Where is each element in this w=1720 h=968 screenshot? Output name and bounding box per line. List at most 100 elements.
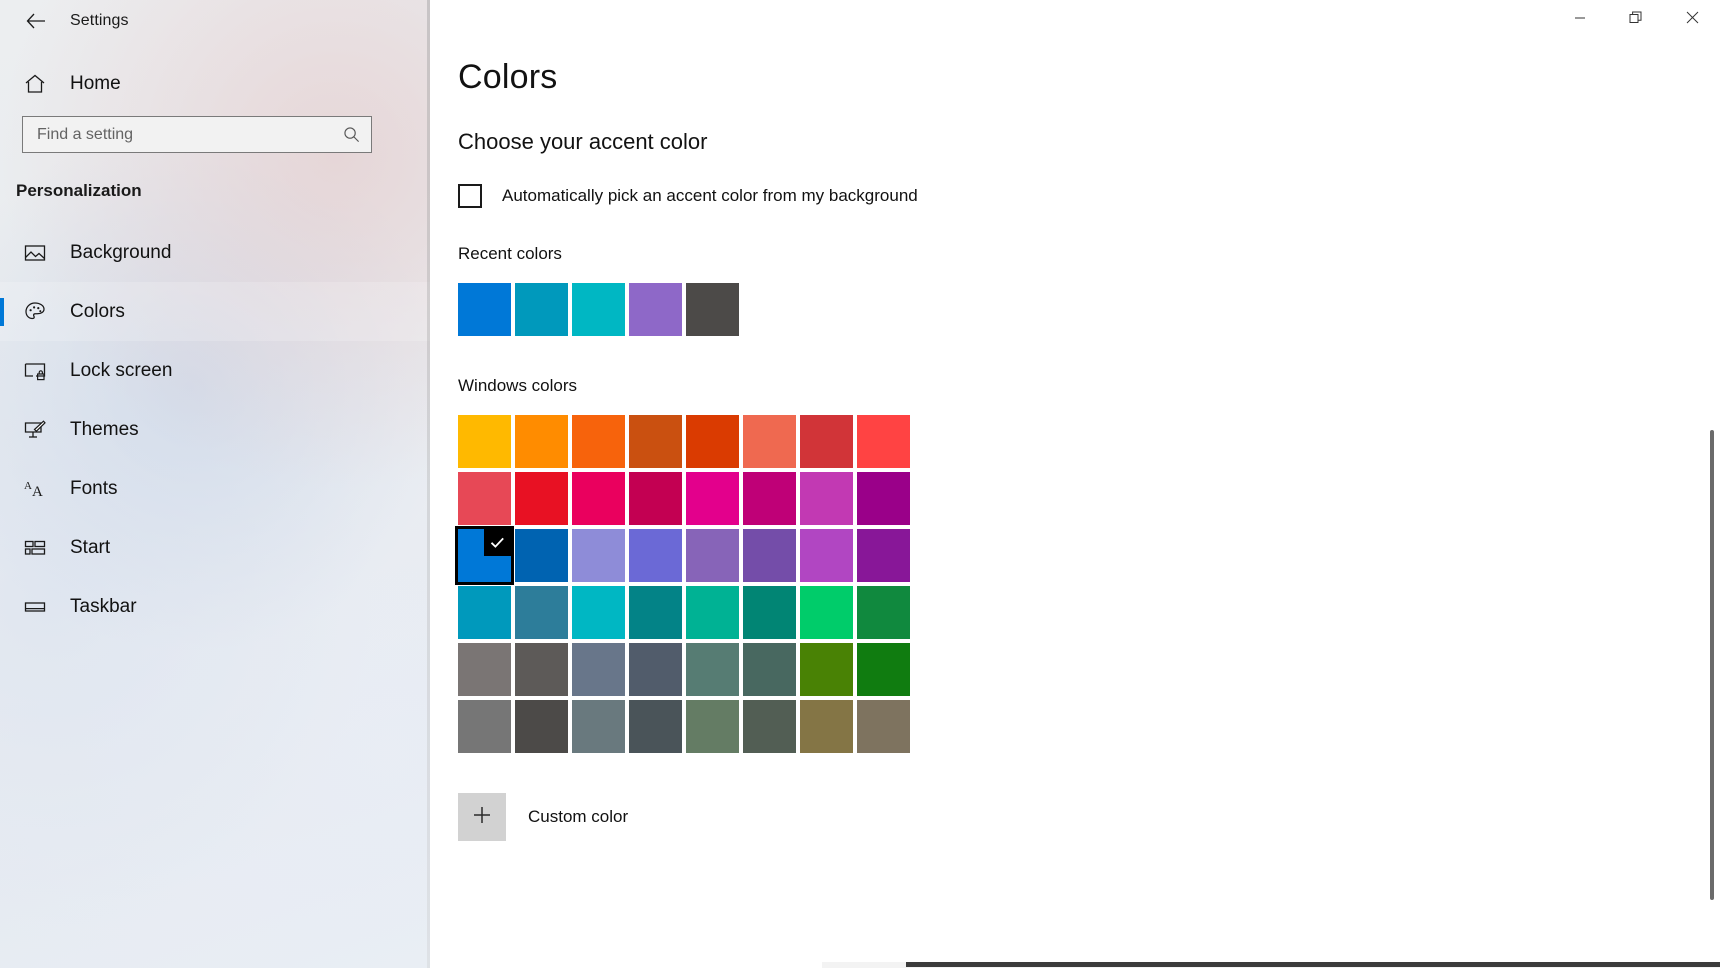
windows-color-swatch-3-6[interactable] [800, 586, 853, 639]
title-bar: Settings [0, 0, 430, 42]
windows-color-swatch-1-4[interactable] [686, 472, 739, 525]
windows-color-swatch-4-0[interactable] [458, 643, 511, 696]
windows-color-swatch-3-1[interactable] [515, 586, 568, 639]
windows-color-swatch-0-5[interactable] [743, 415, 796, 468]
windows-color-swatch-2-2[interactable] [572, 529, 625, 582]
restore-icon [1629, 11, 1643, 30]
windows-color-swatch-0-0[interactable] [458, 415, 511, 468]
windows-color-swatch-0-4[interactable] [686, 415, 739, 468]
windows-color-swatch-1-1[interactable] [515, 472, 568, 525]
recent-color-swatch-2[interactable] [572, 283, 625, 336]
sidebar-item-label: Themes [70, 419, 139, 441]
windows-color-swatch-2-6[interactable] [800, 529, 853, 582]
windows-color-swatch-5-1[interactable] [515, 700, 568, 753]
windows-color-swatch-2-0[interactable] [458, 529, 511, 582]
custom-color-row[interactable]: Custom color [458, 793, 1720, 841]
recent-color-swatch-3[interactable] [629, 283, 682, 336]
windows-color-swatch-3-0[interactable] [458, 586, 511, 639]
windows-color-swatch-1-2[interactable] [572, 472, 625, 525]
taskbar-icon [22, 595, 48, 619]
windows-color-swatch-0-1[interactable] [515, 415, 568, 468]
windows-color-swatch-4-5[interactable] [743, 643, 796, 696]
main-content: Colors Choose your accent color Automati… [430, 0, 1720, 968]
windows-color-swatch-0-7[interactable] [857, 415, 910, 468]
windows-color-swatch-2-3[interactable] [629, 529, 682, 582]
windows-color-swatch-0-6[interactable] [800, 415, 853, 468]
sidebar-item-colors[interactable]: Colors [0, 282, 430, 341]
sidebar-item-taskbar[interactable]: Taskbar [0, 577, 430, 636]
window-controls [1552, 0, 1720, 40]
search-input[interactable] [37, 126, 342, 144]
close-button[interactable] [1664, 0, 1720, 40]
windows-color-swatch-5-4[interactable] [686, 700, 739, 753]
recent-color-swatch-4[interactable] [686, 283, 739, 336]
windows-color-swatch-4-2[interactable] [572, 643, 625, 696]
windows-color-swatch-3-3[interactable] [629, 586, 682, 639]
custom-color-label: Custom color [528, 807, 628, 827]
windows-color-swatch-2-5[interactable] [743, 529, 796, 582]
windows-color-swatch-5-2[interactable] [572, 700, 625, 753]
sidebar-item-themes[interactable]: Themes [0, 400, 430, 459]
windows-color-swatch-0-2[interactable] [572, 415, 625, 468]
sidebar-item-fonts[interactable]: A A Fonts [0, 459, 430, 518]
sidebar-item-label: Taskbar [70, 596, 137, 618]
windows-color-swatch-1-3[interactable] [629, 472, 682, 525]
auto-accent-checkbox-row[interactable]: Automatically pick an accent color from … [458, 184, 918, 208]
check-icon [484, 529, 511, 556]
windows-color-swatch-4-4[interactable] [686, 643, 739, 696]
windows-color-swatch-5-3[interactable] [629, 700, 682, 753]
horizontal-scrollbar-track[interactable] [822, 962, 1720, 968]
recent-colors-grid [458, 283, 1720, 340]
windows-color-swatch-5-0[interactable] [458, 700, 511, 753]
windows-color-swatch-3-2[interactable] [572, 586, 625, 639]
sidebar-section-title: Personalization [16, 181, 430, 201]
horizontal-scrollbar[interactable] [906, 962, 1720, 967]
custom-color-button[interactable] [458, 793, 506, 841]
recent-color-swatch-0[interactable] [458, 283, 511, 336]
minimize-button[interactable] [1552, 0, 1608, 40]
windows-color-swatch-4-3[interactable] [629, 643, 682, 696]
recent-colors-label: Recent colors [458, 244, 1720, 264]
restore-button[interactable] [1608, 0, 1664, 40]
image-icon [22, 241, 48, 265]
windows-color-swatch-2-4[interactable] [686, 529, 739, 582]
windows-color-swatch-1-0[interactable] [458, 472, 511, 525]
search-icon[interactable] [342, 125, 361, 144]
brush-icon [22, 418, 48, 442]
recent-color-swatch-1[interactable] [515, 283, 568, 336]
search-box[interactable] [22, 116, 372, 153]
windows-color-swatch-3-5[interactable] [743, 586, 796, 639]
windows-color-swatch-4-6[interactable] [800, 643, 853, 696]
windows-color-swatch-2-1[interactable] [515, 529, 568, 582]
auto-accent-label: Automatically pick an accent color from … [502, 186, 918, 206]
colors-settings-panel: Colors Choose your accent color Automati… [430, 0, 1720, 841]
svg-text:A: A [32, 484, 43, 500]
windows-color-swatch-4-7[interactable] [857, 643, 910, 696]
windows-color-swatch-1-6[interactable] [800, 472, 853, 525]
windows-color-swatch-5-6[interactable] [800, 700, 853, 753]
vertical-scrollbar[interactable] [1710, 430, 1714, 900]
windows-color-swatch-2-7[interactable] [857, 529, 910, 582]
auto-accent-checkbox[interactable] [458, 184, 482, 208]
windows-color-swatch-0-3[interactable] [629, 415, 682, 468]
sidebar-item-label: Fonts [70, 478, 118, 500]
minimize-icon [1574, 11, 1586, 29]
windows-color-swatch-3-4[interactable] [686, 586, 739, 639]
sidebar-item-home[interactable]: Home [0, 42, 430, 98]
sidebar-item-lock-screen[interactable]: Lock screen [0, 341, 430, 400]
sidebar-item-background[interactable]: Background [0, 223, 430, 282]
windows-color-swatch-4-1[interactable] [515, 643, 568, 696]
palette-icon [22, 300, 48, 324]
windows-color-swatch-3-7[interactable] [857, 586, 910, 639]
windows-color-swatch-1-7[interactable] [857, 472, 910, 525]
sidebar-item-start[interactable]: Start [0, 518, 430, 577]
windows-color-swatch-1-5[interactable] [743, 472, 796, 525]
close-icon [1686, 11, 1699, 29]
back-arrow-icon [25, 10, 47, 32]
sidebar-nav: Background Colors [0, 223, 430, 636]
windows-colors-grid [458, 415, 1720, 757]
sidebar-item-label: Lock screen [70, 360, 172, 382]
back-button[interactable] [16, 5, 56, 37]
windows-color-swatch-5-7[interactable] [857, 700, 910, 753]
windows-color-swatch-5-5[interactable] [743, 700, 796, 753]
